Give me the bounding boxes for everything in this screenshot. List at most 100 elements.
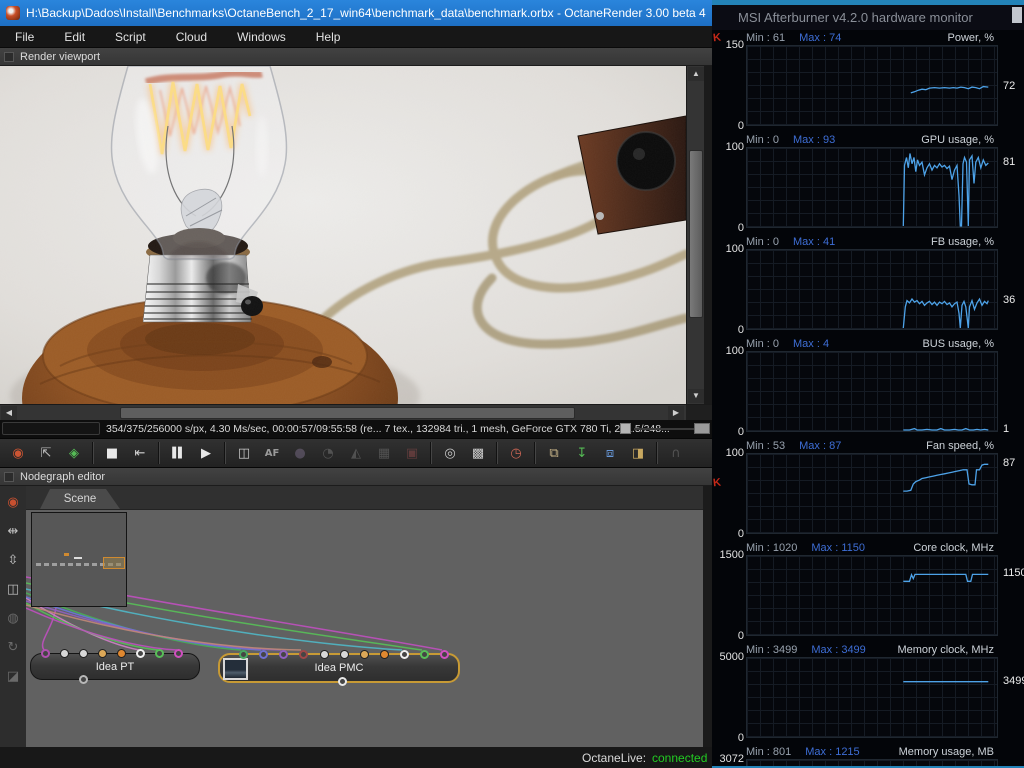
preview-visibility-icon[interactable]: ◫ [3, 579, 23, 599]
node-input-pin[interactable] [136, 649, 145, 658]
menu-cloud[interactable]: Cloud [161, 26, 222, 48]
minimap-marker [64, 553, 69, 556]
graph-ymax-tick: 3072 [719, 753, 744, 765]
graph-line [903, 572, 989, 582]
node-input-pin[interactable] [117, 649, 126, 658]
node-input-pin[interactable] [155, 649, 164, 658]
panel-collapse-box[interactable] [4, 51, 14, 62]
white-balance-picker-icon[interactable]: ◔ [315, 441, 341, 465]
node-input-pin[interactable] [299, 650, 308, 659]
viewport-horizontal-scrollbar[interactable]: ◀ ▶ [0, 404, 712, 421]
expand-nodes-icon[interactable]: ⇹ [3, 521, 23, 541]
tab-scene[interactable]: Scene [40, 489, 120, 509]
node-input-pin[interactable] [340, 650, 349, 659]
node-idea-pmc[interactable]: Idea PMC [218, 650, 460, 686]
node-input-pin[interactable] [60, 649, 69, 658]
status-divider-handle[interactable] [620, 423, 631, 434]
panel-collapse-box[interactable] [4, 471, 14, 482]
node-input-pin[interactable] [279, 650, 288, 659]
graph-title: Memory clock, MHz [897, 643, 994, 656]
nodegraph-header[interactable]: Nodegraph editor [0, 468, 712, 486]
fit-resolution-icon[interactable]: ⇱ [33, 441, 59, 465]
render-viewport-header[interactable]: Render viewport [0, 48, 712, 66]
menu-edit[interactable]: Edit [49, 26, 100, 48]
material-picker-icon: ● [294, 445, 306, 461]
octane-title-bar[interactable]: H:\Backup\Dados\Install\Benchmarks\Octan… [0, 0, 712, 26]
graph-header: Min : 1020 Max : 1150 Core clock, MHz [714, 540, 1024, 555]
graph-title: FB usage, % [931, 235, 994, 248]
graph-polyline [902, 153, 989, 227]
node-input-pin[interactable] [41, 649, 50, 658]
octanelive-status-value: connected [652, 751, 708, 765]
node-input-pin[interactable] [360, 650, 369, 659]
node-input-pin[interactable] [239, 650, 248, 659]
nodegraph-side-toolbar: ◉ ⇹ ⇳ ◫ ◍ ↻ ◪ [0, 486, 26, 747]
node-input-pin[interactable] [174, 649, 183, 658]
autofocus-icon[interactable]: AF [259, 441, 285, 465]
export-passes-icon[interactable]: ⧈ [597, 441, 623, 465]
zoom-tool-icon[interactable]: ◎ [437, 441, 463, 465]
menu-file[interactable]: File [0, 26, 49, 48]
render-progress-bar [2, 422, 100, 435]
render-target-icon[interactable]: ◉ [3, 492, 23, 512]
viewport-vertical-scrollbar[interactable]: ▲ ▼ [686, 66, 704, 404]
refresh-icon[interactable]: ↻ [3, 637, 23, 657]
save-render-state-icon[interactable]: ◨ [625, 441, 651, 465]
render-camera-icon[interactable]: ◍ [3, 608, 23, 628]
scroll-down-arrow[interactable]: ▼ [688, 389, 704, 403]
menu-script[interactable]: Script [100, 26, 161, 48]
menu-help[interactable]: Help [301, 26, 356, 48]
graph-line [903, 427, 989, 431]
render-viewport[interactable]: ▲ ▼ [0, 66, 712, 404]
graph-ymax-tick: 100 [725, 345, 744, 357]
graph-max-label: Max : 41 [793, 235, 836, 248]
collapse-nodes-icon[interactable]: ⇳ [3, 550, 23, 570]
pause-render-icon[interactable]: ▌▌ [165, 441, 191, 465]
node-input-pin[interactable] [440, 650, 449, 659]
menu-windows[interactable]: Windows [222, 26, 301, 48]
alpha-channel-icon[interactable]: ▩ [465, 441, 491, 465]
paint-node-icon[interactable]: ◪ [3, 666, 23, 686]
node-input-pin[interactable] [79, 649, 88, 658]
msi-title-bar[interactable]: MSI Afterburner v4.2.0 hardware monitor [712, 5, 1024, 30]
lock-viewport-icon[interactable]: ∩ [663, 441, 689, 465]
node-output-pin[interactable] [79, 675, 88, 684]
nodegraph-canvas[interactable]: Idea PT Idea PMC [26, 510, 703, 747]
render-region-icon[interactable]: ▣ [399, 441, 425, 465]
vertical-scroll-thumb[interactable] [689, 150, 703, 318]
node-input-pin[interactable] [400, 650, 409, 659]
real-time-render-icon[interactable]: ◫ [231, 441, 257, 465]
pause-render-icon: ▌▌ [172, 447, 185, 459]
minimap-viewport-box[interactable] [103, 557, 125, 569]
status-slider-thumb[interactable] [694, 423, 710, 434]
material-picker-icon[interactable]: ● [287, 441, 313, 465]
nodegraph-minimap[interactable] [31, 512, 127, 607]
msi-window-control[interactable] [1012, 7, 1022, 23]
graph-ymax-tick: 100 [725, 141, 744, 153]
object-picker-icon[interactable]: ▦ [371, 441, 397, 465]
scroll-left-arrow[interactable]: ◀ [1, 406, 17, 420]
node-input-pin[interactable] [320, 650, 329, 659]
copy-image-icon[interactable]: ⧉ [541, 441, 567, 465]
node-input-pin[interactable] [380, 650, 389, 659]
object-picker-icon: ▦ [377, 445, 391, 461]
resume-render-icon[interactable]: ▶ [193, 441, 219, 465]
pick-render-target-icon[interactable]: ◉ [5, 441, 31, 465]
node-output-pin[interactable] [338, 677, 347, 686]
subsampling-gauge-icon[interactable]: ◷ [503, 441, 529, 465]
scroll-up-arrow[interactable]: ▲ [688, 67, 704, 81]
graph-max-label: Max : 87 [799, 439, 842, 452]
node-input-pin[interactable] [259, 650, 268, 659]
node-input-pin[interactable] [420, 650, 429, 659]
scroll-right-arrow[interactable]: ▶ [668, 406, 684, 420]
stop-render-icon[interactable]: ■ [99, 441, 125, 465]
horizontal-scroll-thumb[interactable] [120, 407, 575, 419]
graph-ymin-tick: 0 [737, 732, 744, 744]
restart-render-icon[interactable]: ⇤ [127, 441, 153, 465]
save-image-icon[interactable]: ↧ [569, 441, 595, 465]
node-idea-pt[interactable]: Idea PT [30, 649, 200, 684]
rgb-cube-icon[interactable]: ◈ [61, 441, 87, 465]
lock-viewport-icon: ∩ [671, 445, 681, 461]
focus-picker-icon[interactable]: ◭ [343, 441, 369, 465]
node-input-pin[interactable] [98, 649, 107, 658]
